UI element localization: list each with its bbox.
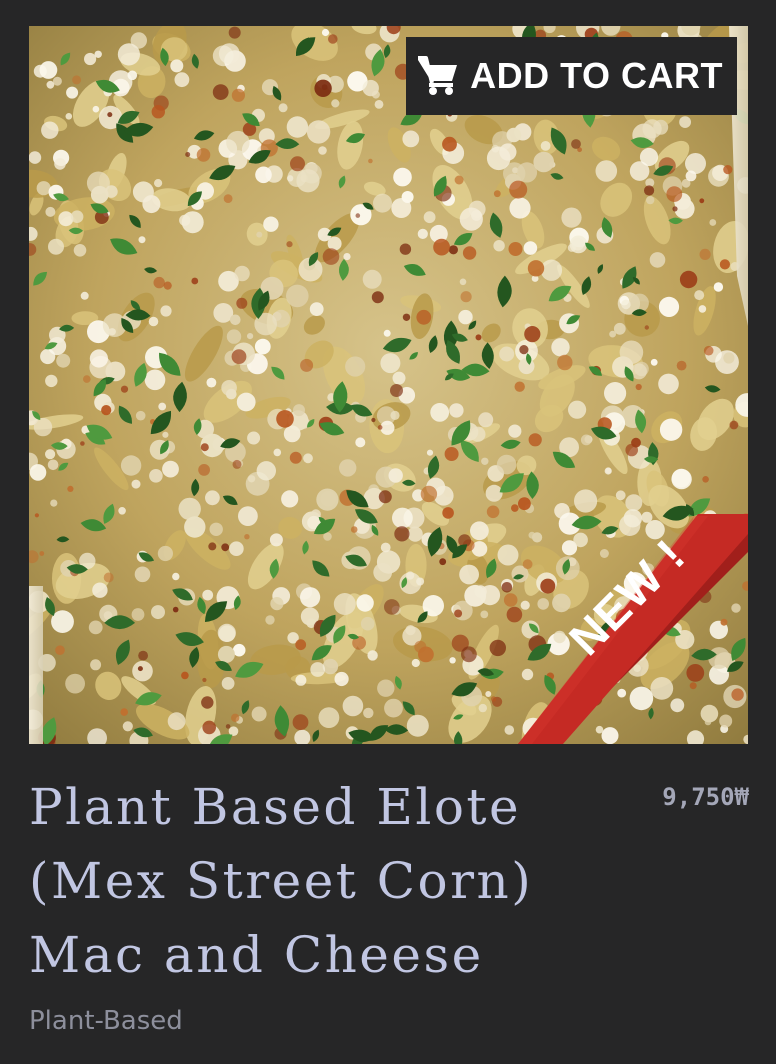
product-card: ADD TO CART NEW ! Plant Based Elote (Mex… <box>0 0 776 1064</box>
add-to-cart-button[interactable]: ADD TO CART <box>406 37 737 115</box>
product-title[interactable]: Plant Based Elote (Mex Street Corn) Mac … <box>29 770 619 992</box>
product-price: 9,750₩ <box>662 783 749 811</box>
add-to-cart-label: ADD TO CART <box>470 55 723 96</box>
shopping-cart-icon <box>418 56 458 95</box>
product-image[interactable]: ADD TO CART NEW ! <box>29 26 748 744</box>
mac-and-cheese-photo <box>29 26 748 744</box>
product-category[interactable]: Plant-Based <box>29 1006 183 1036</box>
